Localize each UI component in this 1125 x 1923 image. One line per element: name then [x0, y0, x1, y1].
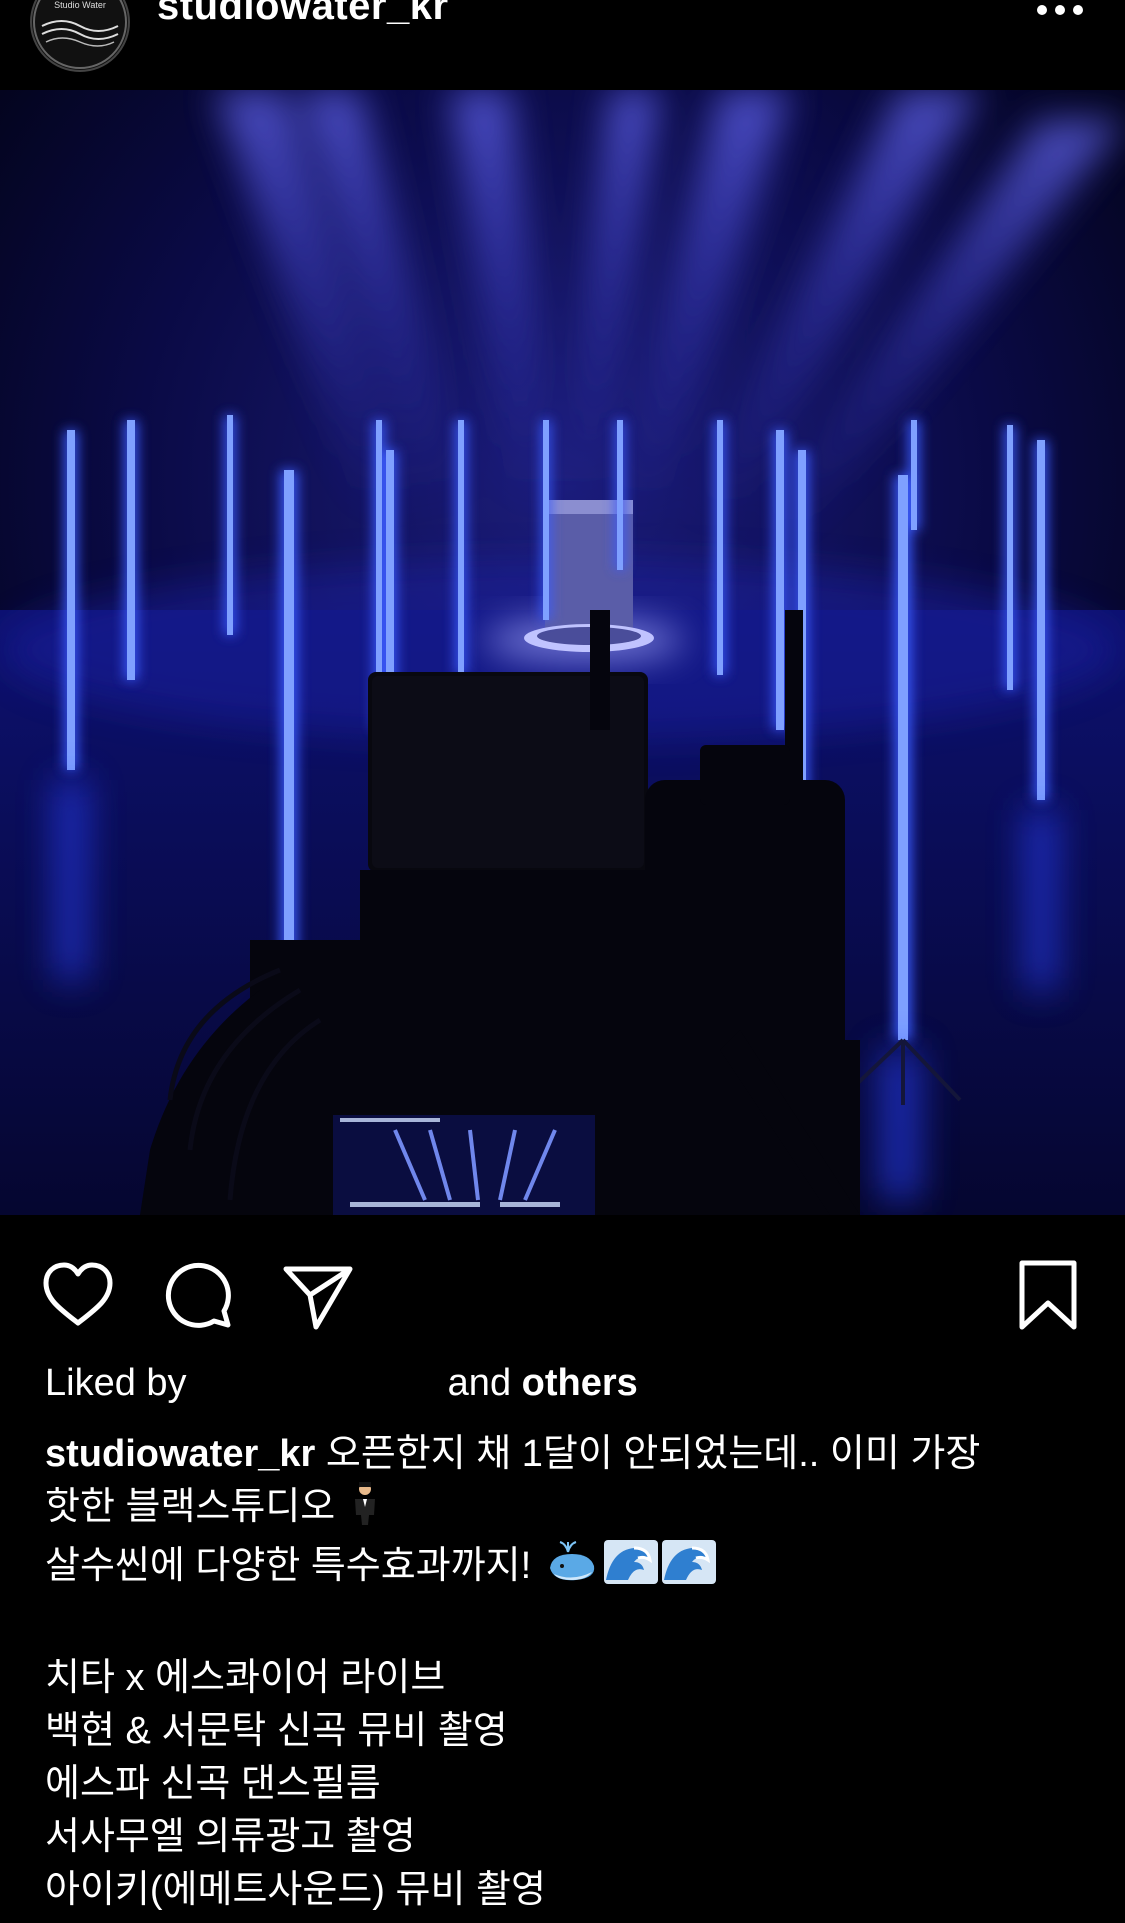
post-caption: studiowater_kr 오픈한지 채 1달이 안되었는데.. 이미 가장 … — [45, 1428, 1085, 1917]
share-button[interactable] — [280, 1257, 356, 1333]
caption-list-item: 아이키(에메트사운드) 뮤비 촬영 — [45, 1869, 546, 1911]
more-options-button[interactable] — [1030, 0, 1090, 24]
avatar-text: Studio Water — [54, 0, 106, 10]
likes-summary[interactable]: Liked by and others — [45, 1362, 638, 1405]
post-image[interactable] — [0, 90, 1125, 1215]
comment-icon — [165, 1262, 231, 1328]
caption-list-item: 치타 x 에스콰이어 라이브 — [45, 1657, 446, 1699]
bookmark-icon — [1019, 1260, 1077, 1330]
post-header: Studio Water studiowater_kr — [0, 0, 1125, 91]
man-in-suit-emoji — [350, 1481, 380, 1540]
caption-text-2: 핫한 블랙스튜디오 — [45, 1486, 336, 1528]
caption-line-1: studiowater_kr 오픈한지 채 1달이 안되었는데.. 이미 가장 — [45, 1428, 1085, 1481]
caption-line-2: 핫한 블랙스튜디오 — [45, 1481, 1085, 1540]
post-username[interactable]: studiowater_kr — [157, 0, 449, 29]
studio-photo — [0, 90, 1125, 1215]
caption-text-1: 오픈한지 채 1달이 안되었는데.. 이미 가장 — [325, 1433, 981, 1475]
likes-others[interactable]: others — [522, 1362, 638, 1404]
likes-and: and — [447, 1362, 512, 1404]
caption-list-item: 에스파 신곡 댄스필름 — [45, 1763, 381, 1805]
comment-button[interactable] — [160, 1257, 236, 1333]
post-actions — [0, 1215, 1125, 1365]
like-button[interactable] — [40, 1257, 116, 1333]
caption-line-3: 살수씬에 다양한 특수효과까지! — [45, 1540, 1085, 1599]
profile-avatar[interactable]: Studio Water — [30, 0, 130, 72]
save-button[interactable] — [1010, 1257, 1086, 1333]
send-icon — [283, 1266, 353, 1330]
caption-text-3: 살수씬에 다양한 특수효과까지! — [45, 1545, 532, 1587]
studio-water-logo: Studio Water — [33, 0, 127, 69]
caption-list-item: 서사무엘 의류광고 촬영 — [45, 1816, 416, 1858]
caption-username[interactable]: studiowater_kr — [45, 1433, 315, 1475]
caption-list-item: 백현 & 서문탁 신곡 뮤비 촬영 — [45, 1710, 508, 1752]
wave-emoji-2 — [661, 1540, 716, 1599]
whale-emoji — [546, 1540, 600, 1599]
more-horizontal-icon — [1037, 5, 1083, 15]
wave-emoji-1 — [603, 1540, 658, 1599]
likes-prefix: Liked by — [45, 1362, 187, 1404]
heart-icon — [43, 1262, 113, 1326]
